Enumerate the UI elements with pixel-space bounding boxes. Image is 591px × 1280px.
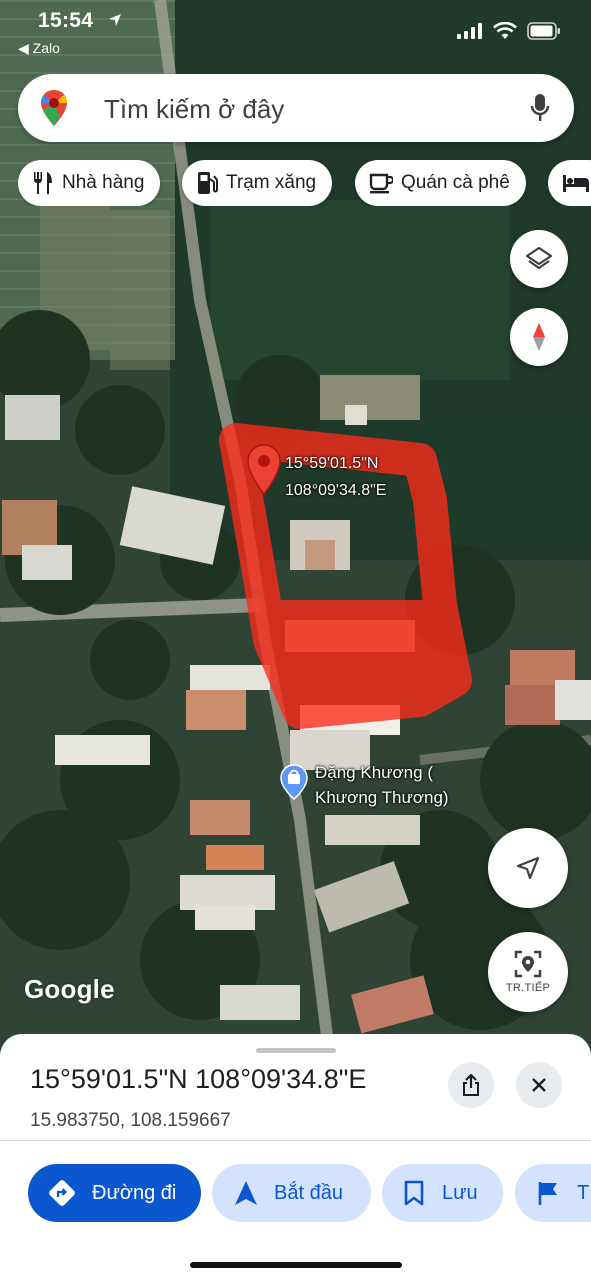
poi-name-line1: Đặng Khương ( (315, 763, 433, 782)
fork-knife-icon (34, 172, 52, 194)
location-services-icon (109, 14, 121, 26)
navigation-arrow-outline-icon (516, 856, 540, 880)
action-buttons: Đường đi Bắt đầu Lưu T (28, 1164, 591, 1222)
wifi-icon (493, 22, 517, 39)
label-button-text: T (577, 1181, 590, 1204)
save-label: Lưu (442, 1181, 478, 1204)
poi-label[interactable]: Đặng Khương ( Khương Thương) (315, 760, 449, 810)
poi-name-line2: Khương Thương) (315, 788, 449, 807)
decimal-coordinates: 15.983750, 108.159667 (30, 1110, 231, 1131)
place-sheet[interactable]: 15°59'01.5"N 108°09'34.8"E 15.983750, 10… (0, 1034, 591, 1280)
layers-button[interactable] (510, 230, 568, 288)
directions-button[interactable]: Đường đi (28, 1164, 201, 1222)
cellular-signal-icon (457, 23, 482, 39)
label-button[interactable]: T (515, 1164, 591, 1222)
chip-coffee[interactable]: Quán cà phê (355, 160, 526, 206)
gas-station-icon (198, 172, 218, 194)
google-attribution: Google (24, 974, 115, 1004)
live-view-button[interactable]: TR.TIẾP (488, 932, 568, 1012)
status-icons (457, 22, 561, 40)
search-bar[interactable]: Tìm kiếm ở đây (18, 74, 574, 142)
compass-icon (533, 323, 545, 351)
home-indicator[interactable] (190, 1262, 402, 1268)
close-button[interactable] (516, 1062, 562, 1108)
share-icon (463, 1073, 479, 1096)
hotel-bed-icon (563, 175, 589, 192)
chip-gas-stations[interactable]: Trạm xăng (182, 160, 333, 206)
navigation-arrow-icon (235, 1181, 257, 1205)
live-view-label: TR.TIẾP (505, 982, 551, 994)
share-button[interactable] (448, 1062, 494, 1108)
sheet-drag-handle[interactable] (256, 1048, 336, 1053)
directions-label: Đường đi (92, 1181, 177, 1204)
search-input[interactable]: Tìm kiếm ở đây (104, 94, 284, 125)
place-title: 15°59'01.5"N 108°09'34.8"E (30, 1064, 367, 1094)
microphone-icon[interactable] (530, 93, 550, 123)
shopping-poi-icon[interactable] (280, 764, 308, 800)
layers-icon (525, 246, 553, 270)
satellite-map[interactable] (0, 0, 591, 1060)
flag-icon (538, 1182, 557, 1205)
live-view-icon (514, 950, 542, 978)
coffee-cup-icon (369, 173, 393, 194)
save-button[interactable]: Lưu (382, 1164, 503, 1222)
start-label: Bắt đầu (274, 1181, 343, 1204)
status-bar: 15:54 ◀ Zalo (0, 0, 591, 64)
directions-icon (49, 1180, 75, 1206)
chip-label: Nhà hàng (62, 172, 145, 193)
pin-latitude: 15°59'01.5"N (285, 455, 379, 472)
chip-label: Trạm xăng (226, 172, 317, 193)
chip-hotels[interactable] (548, 160, 591, 206)
chip-restaurants[interactable]: Nhà hàng (18, 160, 161, 206)
start-button[interactable]: Bắt đầu (212, 1164, 371, 1222)
back-to-app-link[interactable]: ◀ Zalo (18, 40, 60, 57)
close-icon (532, 1078, 546, 1092)
pin-longitude: 108°09'34.8"E (285, 482, 387, 499)
category-chips: Nhà hàng Trạm xăng Quán cà phê (18, 160, 591, 206)
clock: 15:54 (38, 9, 94, 32)
pin-coordinate-label: 15°59'01.5"N 108°09'34.8"E (285, 450, 386, 504)
my-location-button[interactable] (488, 828, 568, 908)
sheet-divider (0, 1140, 591, 1141)
map-imagery (0, 0, 591, 1060)
dropped-pin-icon[interactable] (246, 444, 282, 496)
compass-button[interactable] (510, 308, 568, 366)
bookmark-icon (404, 1180, 424, 1206)
google-maps-logo-icon (41, 90, 67, 126)
chip-label: Quán cà phê (401, 172, 510, 193)
battery-icon (527, 22, 560, 40)
